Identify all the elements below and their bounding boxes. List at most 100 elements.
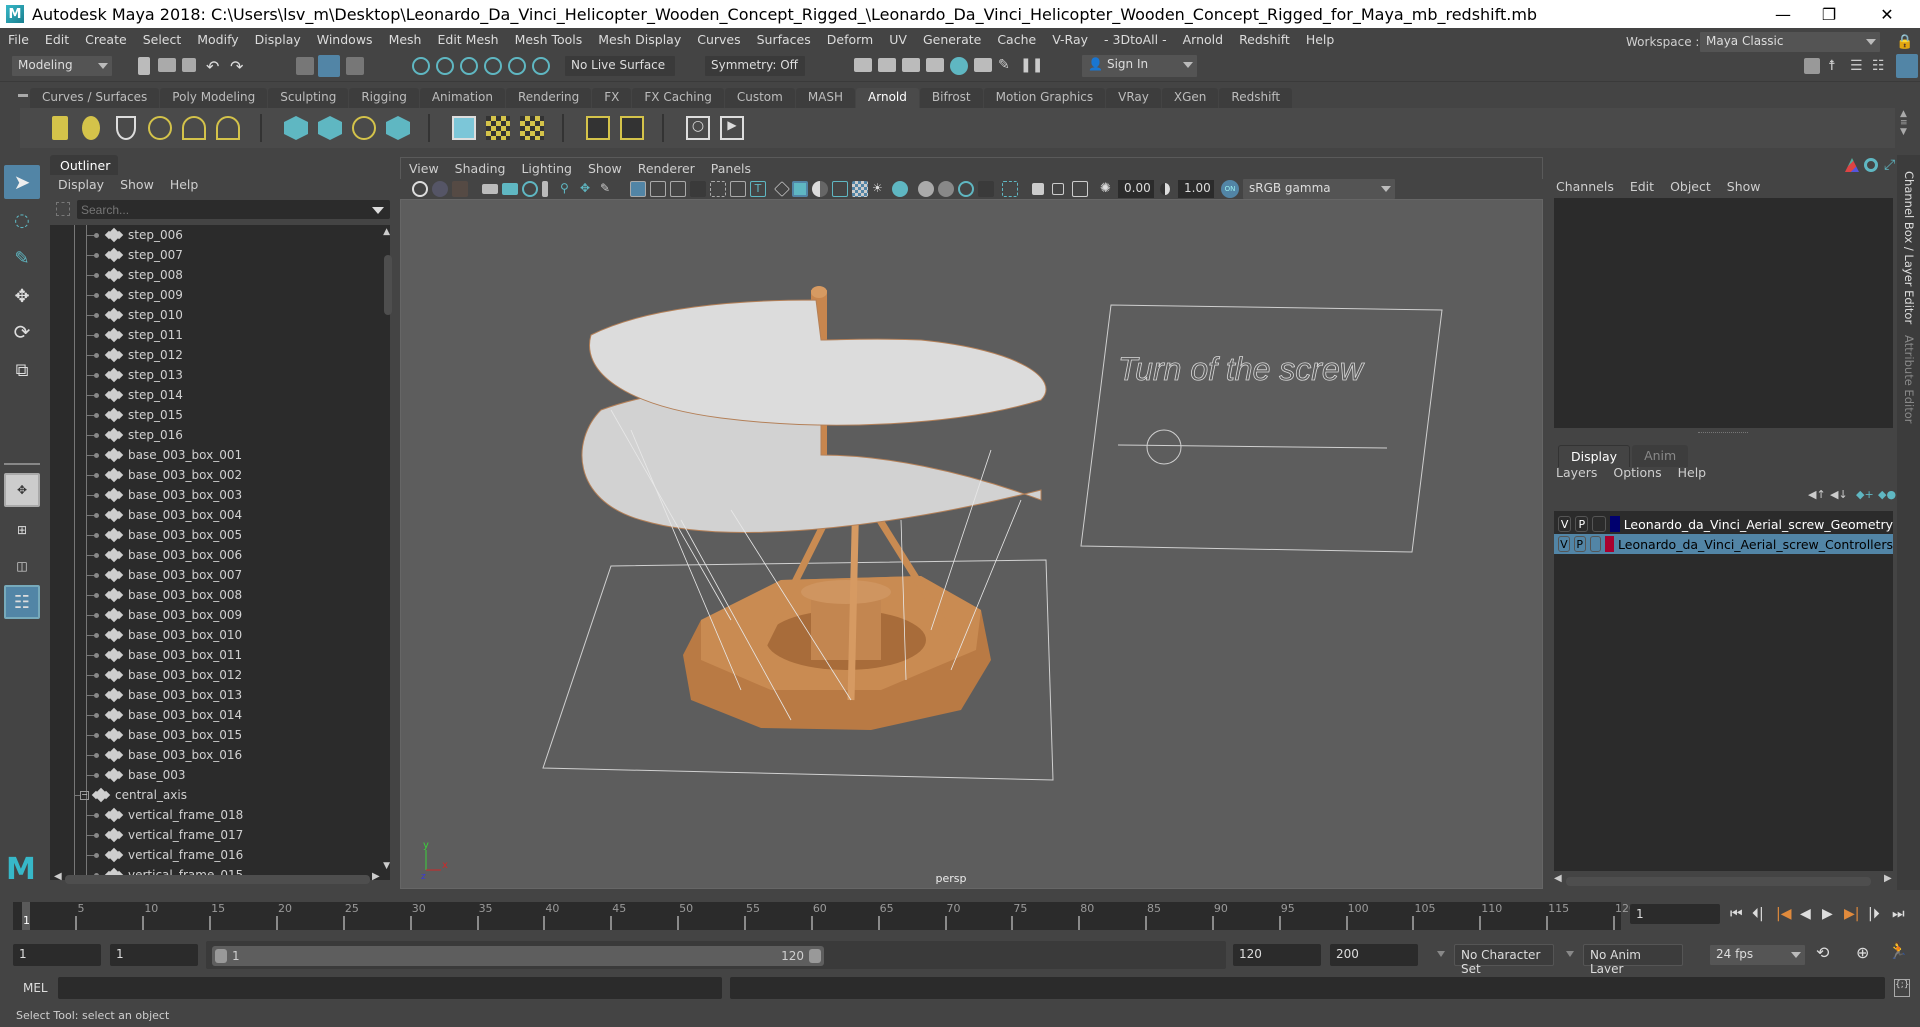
snap-grid-icon[interactable] [412,57,430,75]
channel-box-menu-channels[interactable]: Channels [1556,179,1614,194]
snap-surface-icon[interactable] [508,57,526,75]
layer-playback-toggle[interactable]: P [1573,536,1586,552]
bookmark-icon[interactable] [542,181,548,197]
shelf-tab-arnold[interactable]: Arnold [856,88,919,108]
motion-blur-icon[interactable] [938,181,954,197]
select-hierarchy-icon[interactable] [296,57,314,75]
layer-playback-toggle[interactable]: P [1575,516,1589,532]
menu-windows[interactable]: Windows [317,32,373,47]
outliner-item[interactable]: base_003_box_010 [86,625,242,645]
shelf-tab-animation[interactable]: Animation [419,88,505,108]
menu-mesh-display[interactable]: Mesh Display [598,32,681,47]
snap-vertex-icon[interactable] [532,57,550,75]
menu-edit-mesh[interactable]: Edit Mesh [437,32,498,47]
outliner-menu-show[interactable]: Show [120,177,154,192]
shelf-tab-rigging[interactable]: Rigging [349,88,419,108]
sign-in-button[interactable]: 👤 Sign In [1082,55,1197,77]
save-scene-icon[interactable] [182,58,196,72]
outliner-item[interactable]: − central_axis [74,785,187,805]
anim-layer-dropdown-icon[interactable] [1566,951,1574,957]
outliner-item[interactable]: step_009 [86,285,183,305]
workspace-selector[interactable]: Maya Classic [1700,32,1880,52]
resolution-gate-icon[interactable] [670,181,686,197]
isolate-select-icon[interactable] [1002,181,1018,197]
menu-surfaces[interactable]: Surfaces [757,32,811,47]
menu-generate[interactable]: Generate [923,32,981,47]
hypershade-icon[interactable] [926,58,944,72]
wireframe-on-shaded-icon[interactable] [832,181,848,197]
two-d-pan-icon[interactable]: ⚲ [560,181,576,197]
new-scene-icon[interactable] [138,57,150,75]
channel-box-menu-object[interactable]: Object [1670,179,1711,194]
safe-action-icon[interactable] [730,181,746,197]
skydome-light-icon[interactable] [148,116,172,140]
playback-start-field[interactable]: 1 [110,944,198,966]
undo-icon[interactable]: ↶ [206,57,224,76]
safe-title-icon[interactable]: T [750,181,766,197]
ipr-render-icon[interactable] [878,58,896,72]
outliner-item[interactable]: step_011 [86,325,183,345]
wireframe-icon[interactable] [774,181,790,197]
photometric-light-icon[interactable] [116,116,136,140]
menu-mesh-tools[interactable]: Mesh Tools [515,32,583,47]
bookmark-camera-icon[interactable] [502,183,518,195]
light-editor-icon[interactable]: ✎ [998,57,1016,75]
outliner-item[interactable]: base_003_box_001 [86,445,242,465]
shelf-scroll-icon[interactable]: ▲ ≡ ▼ [1900,110,1908,137]
layer-color-swatch[interactable] [1609,516,1620,532]
panel-resize-handle[interactable] [1698,432,1748,435]
move-layer-up-icon[interactable]: ◀↑ [1808,488,1826,501]
select-camera-icon[interactable] [412,181,428,197]
character-set-field[interactable]: No Character Set [1454,944,1554,976]
play-backward-button[interactable]: ◀ [1800,906,1811,922]
layer-tab-anim[interactable]: Anim [1632,445,1689,467]
tx-manager-icon[interactable] [486,116,510,140]
default-material-icon[interactable] [812,181,828,197]
outliner-menu-display[interactable]: Display [58,177,104,192]
color-space-selector[interactable]: sRGB gamma [1243,179,1395,199]
shelf-tab-rendering[interactable]: Rendering [506,88,592,108]
snap-point-icon[interactable] [460,57,478,75]
layer-visibility-toggle[interactable]: V [1558,516,1572,532]
scale-tool-button[interactable]: ⧉ [4,353,40,387]
image-plane-icon[interactable] [522,181,538,197]
viewport-menu-lighting[interactable]: Lighting [521,161,572,176]
outliner-item[interactable]: vertical_frame_018 [86,805,243,825]
layer-scroll-right-icon[interactable]: ▶ [1884,873,1892,884]
preview-icon[interactable]: ○ [686,116,710,140]
mode-selector[interactable]: Modeling [12,56,112,76]
two-view-layout-button[interactable]: ◫ [4,549,40,583]
current-frame-field[interactable]: 1 [1630,904,1720,924]
go-to-start-button[interactable]: ⏮ [1730,906,1743,922]
render-view-icon[interactable] [950,57,968,75]
fps-selector[interactable]: 24 fps [1710,945,1805,965]
lasso-tool-button[interactable]: ◌ [4,203,40,237]
outliner-item[interactable]: base_003_box_008 [86,585,242,605]
menu-edit[interactable]: Edit [45,32,69,47]
scroll-right-icon[interactable]: ▶ [372,871,380,882]
field-chart-icon[interactable] [710,181,726,197]
outliner-item[interactable]: base_003_box_006 [86,545,242,565]
outliner-item[interactable]: base_003_box_012 [86,665,242,685]
color-management-toggle[interactable]: ON [1221,180,1239,198]
shelf-tab-xgen[interactable]: XGen [1161,88,1219,108]
modeling-toolkit-icon[interactable] [1804,58,1820,74]
outliner-menu-help[interactable]: Help [170,177,199,192]
layer-horizontal-scrollbar[interactable] [1566,877,1871,886]
shelf-tab-redshift[interactable]: Redshift [1219,88,1293,108]
flush-texture-icon[interactable] [520,116,544,140]
outliner-item[interactable]: step_010 [86,305,183,325]
anim-layer-field[interactable]: No Anim Layer [1583,944,1683,976]
light-portal-icon[interactable] [182,116,206,140]
lock-icon[interactable]: 🔒 [1896,34,1914,52]
outliner-vertical-scrollbar[interactable] [384,255,392,315]
render-frame-icon[interactable] [854,58,872,72]
outliner-item[interactable]: step_016 [86,425,183,445]
shelf-tab-vray[interactable]: VRay [1106,88,1161,108]
outliner-item[interactable]: step_013 [86,365,183,385]
outliner-item[interactable]: step_008 [86,265,183,285]
scroll-up-icon[interactable]: ▲ [383,227,390,237]
export-standin-icon[interactable] [318,116,342,140]
viewport-persp[interactable]: Turn of the screw y x z persp [400,199,1543,889]
auto-key-icon[interactable] [1864,158,1878,172]
